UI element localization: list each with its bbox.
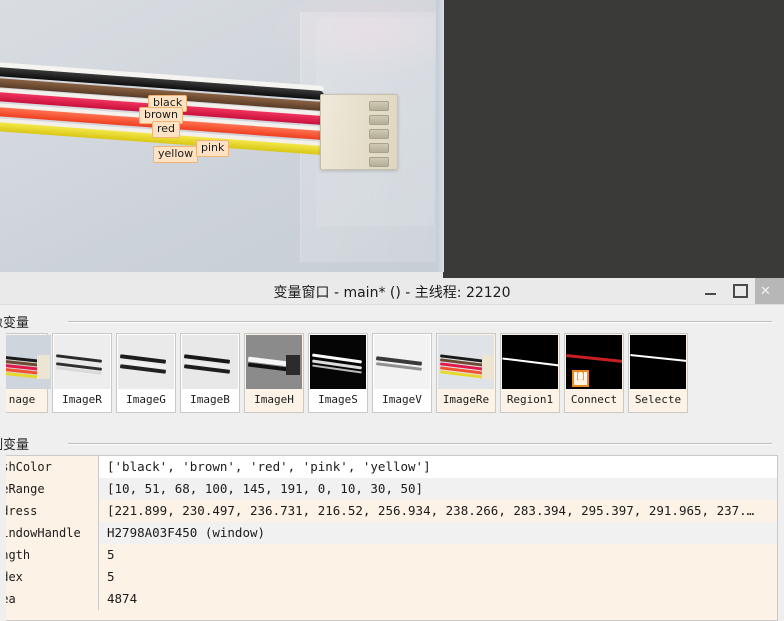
table-row[interactable]: ddress [221.899, 230.497, 236.731, 216.5… [6,500,777,522]
thumbnail-label: ImageR [62,393,102,406]
thumbnail-label: ImageV [382,393,422,406]
variable-name: ushColor [6,460,52,474]
variable-value[interactable]: ['black', 'brown', 'red', 'pink', 'yello… [98,456,777,478]
image-variables-title: 像变量 [0,312,34,331]
thumbnail-imageb[interactable]: ImageB [180,333,240,413]
group-divider [68,321,772,323]
image-variables-header: 像变量 [0,311,778,331]
thumbnail-preview [246,335,302,389]
table-row[interactable]: ength 5 [6,544,777,566]
wire-harness-photo: black brown red yellow pink [0,0,443,278]
thumbnail-label: ImageH [254,393,294,406]
variable-name: ndex [6,570,23,584]
window-controls: ✕ [695,278,784,304]
table-row[interactable]: ueRange [10, 51, 68, 100, 145, 191, 0, 1… [6,478,777,500]
window-title: 变量窗口 - main* () - 主线程: 22120 [273,285,511,301]
connector-pin-5 [369,157,389,167]
variable-name: ddress [6,504,38,518]
variable-value[interactable]: H2798A03F450 (window) [98,522,777,544]
viewer-vertical-scrollbar[interactable] [436,0,444,272]
thumbnail-preview: [] [566,335,622,389]
control-variables-table[interactable]: ushColor ['black', 'brown', 'red', 'pink… [6,455,778,621]
app-root: black brown red yellow pink 变量窗口 - main*… [0,0,784,621]
thumbnail-imagev[interactable]: ImageV [372,333,432,413]
viewer-empty-canvas [445,0,784,278]
wire-label-red: red [152,121,181,138]
thumbnail-selected[interactable]: Selecte [628,333,688,413]
thumbnail-preview [54,335,110,389]
thumbnail-connect[interactable]: [] Connect [564,333,624,413]
thumbnail-label: ImageRe [442,393,490,406]
minimize-icon [704,293,716,295]
thumbnail-image[interactable]: nage [6,333,51,413]
maximize-icon [732,284,748,298]
table-row[interactable]: ndex 5 [6,566,777,588]
thumbnail-preview [374,335,430,389]
wire-label-pink: pink [196,140,230,157]
thumbnail-imageg[interactable]: ImageG [116,333,176,413]
control-variables-header: 制变量 [0,433,778,453]
connector-housing [320,94,398,170]
thumbnail-label: Connect [570,393,618,406]
connector-pin-4 [369,143,389,153]
image-thumbnail-strip[interactable]: nage ImageR ImageG ImageB ImageH ImageS … [6,333,778,415]
variable-value[interactable]: 5 [98,544,777,566]
connector-pin-1 [369,101,389,111]
thumbnail-label: ImageG [126,393,166,406]
maximize-button[interactable] [725,278,755,304]
variable-window: 变量窗口 - main* () - 主线程: 22120 ✕ 像变量 [0,278,784,621]
thumbnail-preview [6,335,51,389]
group-divider [68,443,772,445]
thumbnail-preview [630,335,686,389]
control-variables-group: 制变量 ushColor ['black', 'brown', 'red', '… [0,415,784,621]
thumbnail-preview [118,335,174,389]
thumbnail-label: nage [8,393,36,406]
connector-pin-3 [369,129,389,139]
thumbnail-preview [502,335,558,389]
variable-value[interactable]: [221.899, 230.497, 236.731, 216.52, 256.… [98,500,777,522]
thumbnail-images[interactable]: ImageS [308,333,368,413]
variable-value[interactable]: 5 [98,566,777,588]
minimize-button[interactable] [695,278,725,304]
close-button[interactable]: ✕ [755,278,784,304]
thumbnail-label: Region1 [506,393,554,406]
connector-pin-2 [369,115,389,125]
variable-window-titlebar[interactable]: 变量窗口 - main* () - 主线程: 22120 ✕ [0,278,784,305]
thumbnail-preview [438,335,494,389]
wire-label-yellow: yellow [153,146,199,163]
image-viewer[interactable]: black brown red yellow pink [0,0,784,278]
control-variables-title: 制变量 [0,434,34,453]
variable-name: ength [6,548,31,562]
thumbnail-imager[interactable]: ImageR [52,333,112,413]
thumbnail-preview [182,335,238,389]
variable-value[interactable]: [10, 51, 68, 100, 145, 191, 0, 10, 30, 5… [98,478,777,500]
thumbnail-label: ImageB [190,393,230,406]
thumbnail-preview [310,335,366,389]
thumbnail-label: Selecte [634,393,682,406]
thumbnail-region1[interactable]: Region1 [500,333,560,413]
thumbnail-imagere[interactable]: ImageRe [436,333,496,413]
variable-value[interactable]: 4874 [98,588,777,610]
variable-name: rea [6,592,16,606]
variable-name: ueRange [6,482,45,496]
table-row[interactable]: rea 4874 [6,588,777,610]
table-row[interactable]: WindowHandle H2798A03F450 (window) [6,522,777,544]
image-variables-group: 像变量 nage [0,305,784,415]
thumbnail-label: ImageS [318,393,358,406]
selection-badge[interactable]: [] [572,370,589,387]
close-icon: ✕ [760,283,771,298]
table-row[interactable]: ushColor ['black', 'brown', 'red', 'pink… [6,456,777,478]
thumbnail-imageh[interactable]: ImageH [244,333,304,413]
photo-pane[interactable]: black brown red yellow pink [0,0,443,278]
variable-name: WindowHandle [6,526,81,540]
